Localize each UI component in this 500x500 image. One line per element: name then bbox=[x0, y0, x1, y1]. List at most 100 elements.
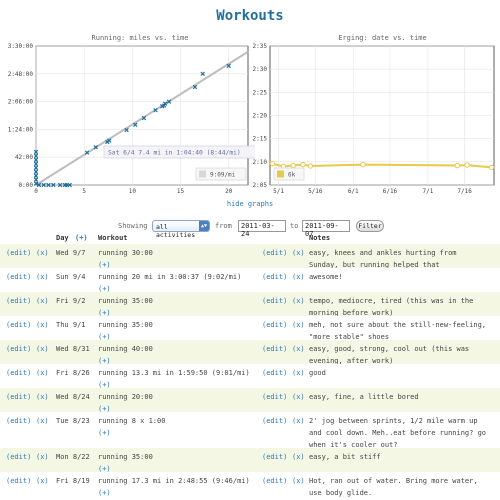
data-point bbox=[464, 162, 470, 168]
y-tick-label: 42:00 bbox=[15, 154, 33, 161]
y-tick-label: 2:20 bbox=[253, 113, 268, 120]
row-workout: running 40:00 bbox=[98, 345, 153, 353]
delete-notes-link[interactable]: (x) bbox=[292, 295, 305, 307]
edit-notes-link[interactable]: (edit) bbox=[262, 367, 287, 379]
hide-graphs-link[interactable]: hide graphs bbox=[0, 200, 500, 208]
delete-link[interactable]: (x) bbox=[36, 319, 49, 331]
row-day: Sun 9/4 bbox=[56, 273, 86, 281]
edit-link[interactable]: (edit) bbox=[6, 415, 31, 427]
edit-notes-link[interactable]: (edit) bbox=[262, 247, 287, 259]
data-point bbox=[454, 162, 460, 169]
y-tick-label: 2:06:00 bbox=[8, 99, 34, 106]
edit-link[interactable]: (edit) bbox=[6, 475, 31, 487]
edit-link[interactable]: (edit) bbox=[6, 367, 31, 379]
row-day: Fri 9/2 bbox=[56, 297, 86, 305]
activity-select[interactable]: all activities ▲▼ bbox=[152, 220, 210, 239]
x-tick-label: 6/16 bbox=[383, 188, 398, 195]
from-label: from bbox=[215, 222, 232, 230]
row-day: Wed 8/31 bbox=[56, 345, 90, 353]
x-tick-label: 10 bbox=[129, 188, 137, 195]
row-notes: good bbox=[309, 369, 326, 377]
delete-notes-link[interactable]: (x) bbox=[292, 451, 305, 463]
edit-notes-link[interactable]: (edit) bbox=[262, 295, 287, 307]
row-workout: running 13.3 mi in 1:59:50 (9:01/mi) bbox=[98, 369, 250, 377]
legend-swatch bbox=[199, 170, 206, 178]
table-row: (edit) (x) Wed 8/31 running 40:00 (+) (edit)(… bbox=[0, 340, 500, 365]
delete-notes-link[interactable]: (x) bbox=[292, 343, 305, 355]
row-notes: 2' jog between sprints, 1/2 mile warm up bbox=[309, 417, 478, 425]
data-point bbox=[290, 162, 296, 169]
page-title: Workouts bbox=[216, 8, 284, 24]
row-notes: easy, fine, a little bored bbox=[309, 393, 419, 401]
row-notes: awesome! bbox=[309, 273, 343, 281]
from-date-input[interactable]: 2011-03-24 bbox=[238, 220, 286, 238]
edit-link[interactable]: (edit) bbox=[6, 451, 31, 463]
edit-link[interactable]: (edit) bbox=[6, 319, 31, 331]
table-row: (edit) (x) Tue 8/23 running 8 x 1:00 (+) (edi… bbox=[0, 412, 500, 449]
to-label: to bbox=[290, 222, 299, 230]
delete-link[interactable]: (x) bbox=[36, 247, 49, 259]
edit-notes-link[interactable]: (edit) bbox=[262, 451, 287, 463]
edit-link[interactable]: (edit) bbox=[6, 247, 31, 259]
data-point bbox=[488, 164, 495, 171]
edit-notes-link[interactable]: (edit) bbox=[262, 319, 287, 331]
delete-link[interactable]: (x) bbox=[36, 475, 49, 487]
delete-link[interactable]: (x) bbox=[36, 295, 49, 307]
edit-notes-link[interactable]: (edit) bbox=[262, 475, 287, 487]
row-day: Wed 8/24 bbox=[56, 393, 90, 401]
table-row: (edit) (x) Wed 8/24 running 20:00 (+) (edit)(… bbox=[0, 388, 500, 413]
filter-button[interactable]: Filter bbox=[356, 220, 384, 232]
erging-legend: 6k bbox=[273, 167, 305, 181]
row-notes: meh, not sure about the still-new-feelin… bbox=[309, 321, 487, 329]
delete-notes-link[interactable]: (x) bbox=[292, 391, 305, 403]
delete-notes-link[interactable]: (x) bbox=[292, 475, 305, 487]
delete-notes-link[interactable]: (x) bbox=[292, 271, 305, 283]
header-workout: Workout bbox=[98, 234, 128, 242]
edit-notes-link[interactable]: (edit) bbox=[262, 391, 287, 403]
add-workout-button[interactable]: (+) bbox=[98, 487, 111, 499]
edit-link[interactable]: (edit) bbox=[6, 343, 31, 355]
x-tick-label: 20 bbox=[225, 188, 233, 195]
edit-notes-link[interactable]: (edit) bbox=[262, 271, 287, 283]
edit-notes-link[interactable]: (edit) bbox=[262, 415, 287, 427]
delete-notes-link[interactable]: (x) bbox=[292, 415, 305, 427]
x-tick-label: 5/1 bbox=[273, 188, 284, 195]
row-notes: easy, knees and ankles hurting from bbox=[309, 249, 457, 257]
delete-link[interactable]: (x) bbox=[36, 451, 49, 463]
delete-link[interactable]: (x) bbox=[36, 367, 49, 379]
to-date-input[interactable]: 2011-09-07 bbox=[302, 220, 350, 238]
erging-chart: 5/1 5/16 6/1 6/16 7/1 7/16 2:05 2:10 2:15 2:20 2:2… bbox=[253, 43, 495, 195]
header-day: Day bbox=[56, 234, 69, 242]
chevron-updown-icon: ▲▼ bbox=[199, 221, 209, 231]
y-tick-label: 2:25 bbox=[253, 89, 268, 96]
edit-link[interactable]: (edit) bbox=[6, 391, 31, 403]
table-row: (edit) (x) Fri 9/2 running 35:00 (+) (edit) (x… bbox=[0, 292, 500, 317]
row-workout: running 35:00 bbox=[98, 453, 153, 461]
y-tick-label: 3:30:00 bbox=[8, 43, 34, 50]
edit-link[interactable]: (edit) bbox=[6, 295, 31, 307]
x-tick-label: 6/1 bbox=[348, 188, 359, 195]
add-workout-button[interactable]: (+) bbox=[98, 427, 111, 439]
edit-notes-link[interactable]: (edit) bbox=[262, 343, 287, 355]
delete-link[interactable]: (x) bbox=[36, 391, 49, 403]
row-notes: Hot, ran out of water. Bring more water, bbox=[309, 477, 478, 485]
row-workout: running 30:00 bbox=[98, 249, 153, 257]
row-day: Thu 9/1 bbox=[56, 321, 86, 329]
delete-link[interactable]: (x) bbox=[36, 415, 49, 427]
header-notes: Notes bbox=[309, 234, 331, 242]
x-tick-label: 7/16 bbox=[457, 188, 472, 195]
delete-link[interactable]: (x) bbox=[36, 343, 49, 355]
x-tick-label: 0 bbox=[34, 188, 38, 195]
add-day-button[interactable]: (+) bbox=[75, 234, 88, 242]
x-tick-label: 15 bbox=[177, 188, 185, 195]
data-point bbox=[269, 160, 276, 167]
running-legend: 9:09/mi bbox=[195, 167, 247, 181]
x-tick-label: 5/16 bbox=[308, 188, 323, 195]
row-day: Wed 9/7 bbox=[56, 249, 86, 257]
delete-notes-link[interactable]: (x) bbox=[292, 367, 305, 379]
delete-link[interactable]: (x) bbox=[36, 271, 49, 283]
delete-notes-link[interactable]: (x) bbox=[292, 247, 305, 259]
edit-link[interactable]: (edit) bbox=[6, 271, 31, 283]
workouts-table: Day (+) Workout Notes (edit) (x) Wed 9/7 ru… bbox=[0, 232, 500, 499]
delete-notes-link[interactable]: (x) bbox=[292, 319, 305, 331]
